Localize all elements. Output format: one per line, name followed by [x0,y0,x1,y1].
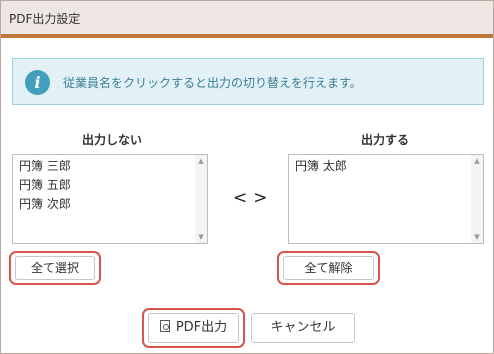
included-employee-list[interactable]: 円簿 太郎 ▲ ▼ [288,154,484,244]
list-item[interactable]: 円簿 太郎 [295,157,469,176]
transfer-arrows: <> [233,188,274,208]
list-scrollbar[interactable]: ▲ ▼ [195,155,207,243]
scroll-up-icon[interactable]: ▲ [195,155,207,167]
info-message-box: i 従業員名をクリックすると出力の切り替えを行えます。 [12,58,484,105]
info-message: 従業員名をクリックすると出力の切り替えを行えます。 [63,76,362,90]
list-item[interactable]: 円簿 三郎 [19,157,193,176]
scroll-down-icon[interactable]: ▼ [195,231,207,243]
scroll-up-icon[interactable]: ▲ [471,155,483,167]
excluded-list-header: 出力しない [82,133,143,147]
pdf-output-dialog: PDF出力設定 i 従業員名をクリックすると出力の切り替えを行えます。 出力しな… [0,0,494,354]
excluded-employee-list[interactable]: 円簿 三郎 円簿 五郎 円簿 次郎 ▲ ▼ [12,154,208,244]
list-scrollbar[interactable]: ▲ ▼ [471,155,483,243]
deselect-all-button[interactable]: 全て解除 [283,256,374,280]
dialog-title: PDF出力設定 [9,12,81,26]
included-list-header: 出力する [361,133,410,147]
cancel-button[interactable]: キャンセル [251,313,355,343]
pdf-output-label: PDF出力 [175,320,228,335]
dialog-titlebar: PDF出力設定 [1,1,493,38]
select-all-button[interactable]: 全て選択 [15,256,95,280]
chevron-right-icon: > [253,188,274,208]
list-item[interactable]: 円簿 次郎 [19,195,193,214]
chevron-left-icon: < [233,188,254,208]
pdf-file-icon [159,320,170,332]
list-item[interactable]: 円簿 五郎 [19,176,193,195]
scroll-down-icon[interactable]: ▼ [471,231,483,243]
pdf-output-button[interactable]: PDF出力 [148,313,239,343]
info-icon: i [25,70,50,95]
